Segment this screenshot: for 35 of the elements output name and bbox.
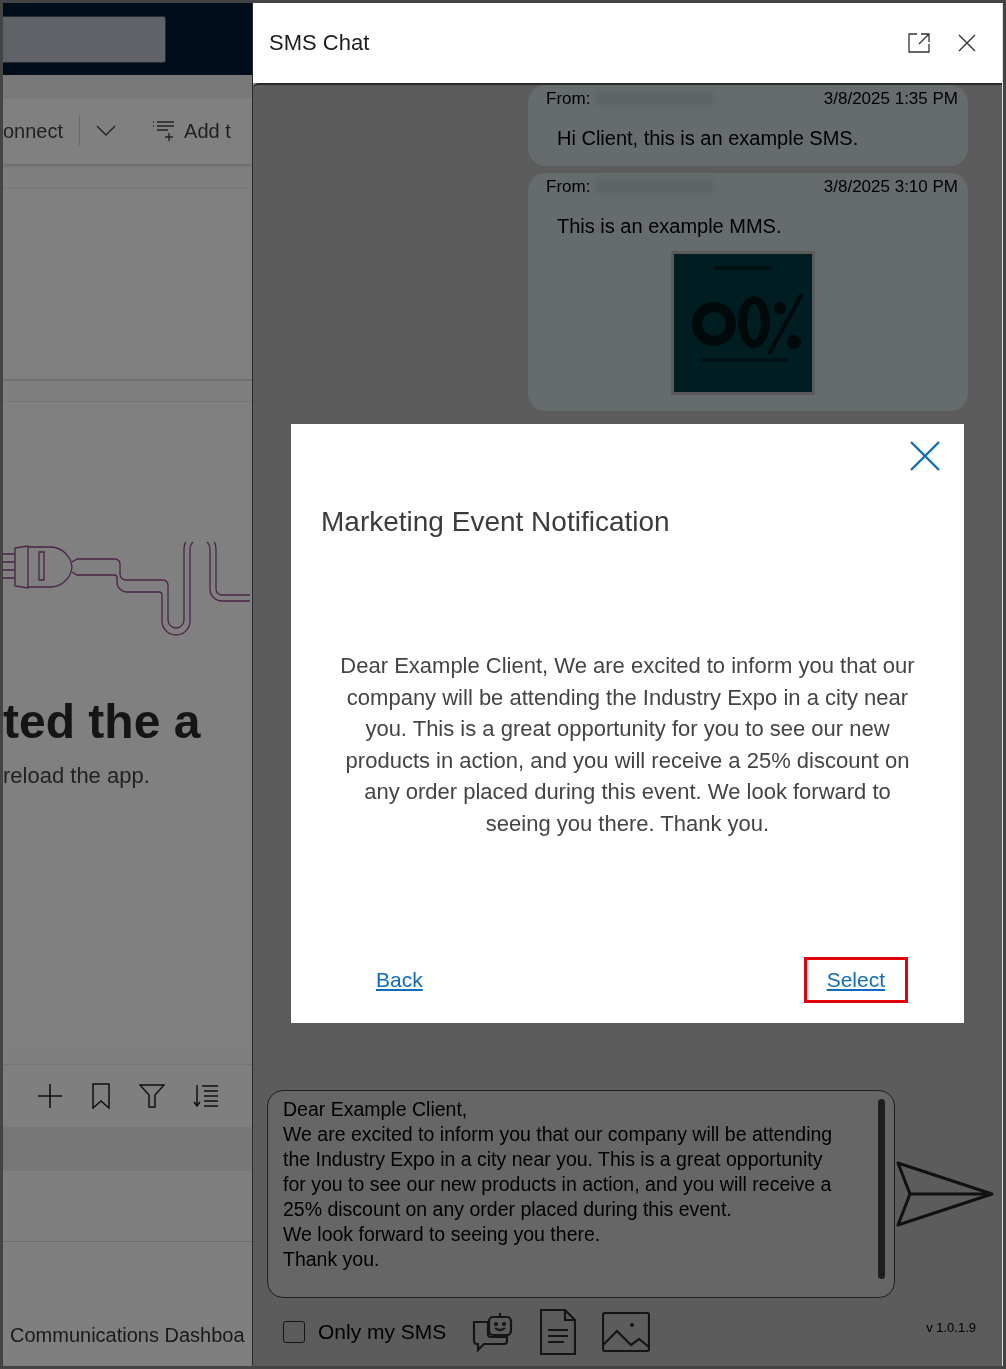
footer-label: Communications Dashboa [9, 1324, 246, 1347]
add-to-button[interactable]: Add t [152, 119, 231, 143]
chevron-down-icon[interactable] [96, 125, 117, 137]
close-icon[interactable] [910, 441, 940, 471]
checkbox-label: Only my SMS [318, 1320, 447, 1344]
filter-icon[interactable] [139, 1084, 165, 1108]
from-label: From: [546, 89, 591, 109]
panel-title: SMS Chat [269, 30, 371, 56]
dialog-message: Dear Example Client, We are excited to inform you that our company will be attending the Industry Expo in a city near you. This is a great opportunity for you to see our new products in action, and you will receive a 25% discount on any order placed during this event. We look forward to seeing you there. Thank you. [339, 652, 916, 838]
error-heading: ted the a [3, 694, 202, 749]
from-label: From: [546, 177, 591, 197]
connect-button[interactable]: onnect [3, 119, 64, 143]
image-icon[interactable] [602, 1312, 651, 1352]
search-field[interactable] [3, 15, 166, 63]
message-field[interactable]: Dear Example Client, We are excited to inform you that our company will be attending the Industry Expo in a city near you. This is a great opportunity for you to see our new products in action, and you will receive a 25% discount on any order placed during this event. We look forward to seeing you there. Thank you. [267, 1090, 895, 1298]
sort-icon[interactable] [193, 1084, 219, 1108]
scrollbar[interactable] [878, 1099, 885, 1279]
close-icon[interactable] [958, 34, 976, 52]
document-icon[interactable] [540, 1309, 577, 1355]
bookmark-icon[interactable] [91, 1083, 111, 1109]
list-add-icon [152, 120, 177, 142]
version-label: v 1.0.1.9 [926, 1319, 976, 1335]
select-link[interactable]: Select [803, 957, 908, 1003]
error-message: reload the app. [3, 763, 151, 789]
only-my-sms-checkbox[interactable] [283, 1321, 305, 1343]
message-text: Hi Client, this is an example SMS. [556, 126, 860, 150]
add-icon[interactable] [37, 1083, 63, 1109]
message-time: 3/8/2025 1:35 PM [823, 89, 958, 109]
expand-icon[interactable] [908, 33, 930, 53]
send-icon[interactable] [896, 1161, 994, 1227]
back-link[interactable]: Back [373, 957, 446, 1003]
message-text: This is an example MMS. [556, 214, 783, 238]
dialog-title: Marketing Event Notification [321, 506, 671, 538]
chat-bot-icon[interactable] [472, 1312, 515, 1352]
message-time: 3/8/2025 3:10 PM [823, 177, 958, 197]
